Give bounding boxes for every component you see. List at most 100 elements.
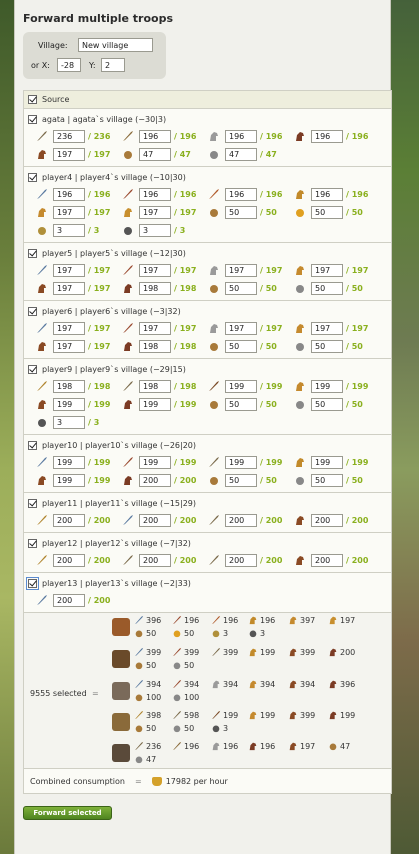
troop-count-input[interactable]: 197 xyxy=(311,263,343,277)
troop-max-link[interactable]: / 50 xyxy=(260,342,277,351)
troop-max-link[interactable]: / 199 xyxy=(174,458,196,467)
troop-max-link[interactable]: / 50 xyxy=(346,284,363,293)
player-checkbox[interactable] xyxy=(28,115,37,124)
troop-max-link[interactable]: / 197 xyxy=(88,342,110,351)
troop-count-input[interactable]: 197 xyxy=(53,281,85,295)
troop-max-value[interactable]: 200 xyxy=(180,516,197,525)
troop-max-link[interactable]: / 199 xyxy=(346,458,368,467)
troop-max-link[interactable]: / 199 xyxy=(174,400,196,409)
troop-count-input[interactable]: 199 xyxy=(311,379,343,393)
troop-count-input[interactable]: 200 xyxy=(139,553,171,567)
troop-count-input[interactable]: 196 xyxy=(139,187,171,201)
troop-max-link[interactable]: / 200 xyxy=(174,516,196,525)
troop-count-input[interactable]: 50 xyxy=(225,339,257,353)
troop-max-value[interactable]: 3 xyxy=(180,226,186,235)
troop-max-value[interactable]: 50 xyxy=(266,342,277,351)
troop-max-value[interactable]: 197 xyxy=(180,208,197,217)
troop-max-link[interactable]: / 198 xyxy=(174,342,196,351)
troop-count-input[interactable]: 197 xyxy=(53,205,85,219)
troop-max-value[interactable]: 200 xyxy=(180,476,197,485)
troop-max-link[interactable]: / 199 xyxy=(88,476,110,485)
troop-max-link[interactable]: / 197 xyxy=(260,324,282,333)
troop-max-link[interactable]: / 200 xyxy=(88,556,110,565)
troop-count-input[interactable]: 199 xyxy=(225,379,257,393)
troop-max-value[interactable]: 50 xyxy=(266,476,277,485)
troop-count-input[interactable]: 200 xyxy=(53,513,85,527)
troop-max-value[interactable]: 200 xyxy=(352,556,369,565)
troop-max-value[interactable]: 197 xyxy=(94,150,111,159)
troop-max-value[interactable]: 199 xyxy=(94,458,111,467)
troop-max-value[interactable]: 198 xyxy=(180,342,197,351)
troop-max-link[interactable]: / 50 xyxy=(260,284,277,293)
troop-max-value[interactable]: 196 xyxy=(94,190,111,199)
troop-count-input[interactable]: 198 xyxy=(139,281,171,295)
troop-max-link[interactable]: / 200 xyxy=(174,556,196,565)
troop-max-link[interactable]: / 196 xyxy=(260,190,282,199)
troop-max-value[interactable]: 200 xyxy=(94,596,111,605)
troop-max-value[interactable]: 197 xyxy=(180,324,197,333)
troop-count-input[interactable]: 50 xyxy=(311,205,343,219)
troop-max-link[interactable]: / 199 xyxy=(346,382,368,391)
troop-max-value[interactable]: 197 xyxy=(352,266,369,275)
troop-max-value[interactable]: 3 xyxy=(94,418,100,427)
player-checkbox[interactable] xyxy=(28,539,37,548)
troop-max-link[interactable]: / 198 xyxy=(174,382,196,391)
troop-count-input[interactable]: 3 xyxy=(53,415,85,429)
source-select-all-checkbox[interactable] xyxy=(28,95,37,104)
troop-max-link[interactable]: / 3 xyxy=(88,418,99,427)
player-checkbox[interactable] xyxy=(28,365,37,374)
troop-max-value[interactable]: 50 xyxy=(352,342,363,351)
troop-max-value[interactable]: 197 xyxy=(266,324,283,333)
troop-max-link[interactable]: / 196 xyxy=(260,132,282,141)
troop-max-link[interactable]: / 50 xyxy=(260,400,277,409)
troop-count-input[interactable]: 197 xyxy=(311,321,343,335)
troop-count-input[interactable]: 197 xyxy=(139,205,171,219)
troop-max-value[interactable]: 200 xyxy=(266,556,283,565)
troop-max-value[interactable]: 200 xyxy=(94,556,111,565)
troop-count-input[interactable]: 200 xyxy=(53,553,85,567)
troop-max-value[interactable]: 199 xyxy=(352,382,369,391)
troop-max-link[interactable]: / 199 xyxy=(260,382,282,391)
troop-max-value[interactable]: 199 xyxy=(180,458,197,467)
troop-max-link[interactable]: / 197 xyxy=(346,266,368,275)
troop-max-link[interactable]: / 197 xyxy=(88,324,110,333)
troop-count-input[interactable]: 196 xyxy=(53,187,85,201)
troop-count-input[interactable]: 196 xyxy=(225,129,257,143)
troop-count-input[interactable]: 200 xyxy=(311,513,343,527)
troop-max-value[interactable]: 196 xyxy=(266,190,283,199)
troop-max-value[interactable]: 197 xyxy=(352,324,369,333)
troop-max-link[interactable]: / 197 xyxy=(346,324,368,333)
village-input[interactable] xyxy=(78,38,153,52)
troop-max-link[interactable]: / 200 xyxy=(88,596,110,605)
troop-max-value[interactable]: 196 xyxy=(266,132,283,141)
troop-max-link[interactable]: / 200 xyxy=(260,516,282,525)
troop-max-link[interactable]: / 198 xyxy=(174,284,196,293)
troop-max-link[interactable]: / 236 xyxy=(88,132,110,141)
troop-count-input[interactable]: 197 xyxy=(225,321,257,335)
troop-count-input[interactable]: 196 xyxy=(139,129,171,143)
troop-max-value[interactable]: 198 xyxy=(94,382,111,391)
troop-count-input[interactable]: 196 xyxy=(311,129,343,143)
troop-max-value[interactable]: 199 xyxy=(94,476,111,485)
troop-max-value[interactable]: 196 xyxy=(180,132,197,141)
player-checkbox[interactable] xyxy=(28,499,37,508)
troop-max-value[interactable]: 198 xyxy=(180,284,197,293)
troop-max-value[interactable]: 199 xyxy=(94,400,111,409)
troop-count-input[interactable]: 47 xyxy=(225,147,257,161)
x-coord-input[interactable] xyxy=(57,58,81,72)
troop-count-input[interactable]: 198 xyxy=(139,339,171,353)
troop-count-input[interactable]: 197 xyxy=(53,321,85,335)
troop-max-link[interactable]: / 197 xyxy=(88,208,110,217)
troop-count-input[interactable]: 200 xyxy=(53,593,85,607)
troop-max-link[interactable]: / 197 xyxy=(88,284,110,293)
troop-max-value[interactable]: 198 xyxy=(180,382,197,391)
troop-max-value[interactable]: 197 xyxy=(180,266,197,275)
troop-max-value[interactable]: 197 xyxy=(94,342,111,351)
troop-count-input[interactable]: 200 xyxy=(225,553,257,567)
troop-count-input[interactable]: 196 xyxy=(225,187,257,201)
troop-count-input[interactable]: 47 xyxy=(139,147,171,161)
troop-max-value[interactable]: 196 xyxy=(352,132,369,141)
troop-max-link[interactable]: / 47 xyxy=(174,150,191,159)
troop-max-value[interactable]: 199 xyxy=(266,458,283,467)
troop-max-link[interactable]: / 199 xyxy=(88,458,110,467)
